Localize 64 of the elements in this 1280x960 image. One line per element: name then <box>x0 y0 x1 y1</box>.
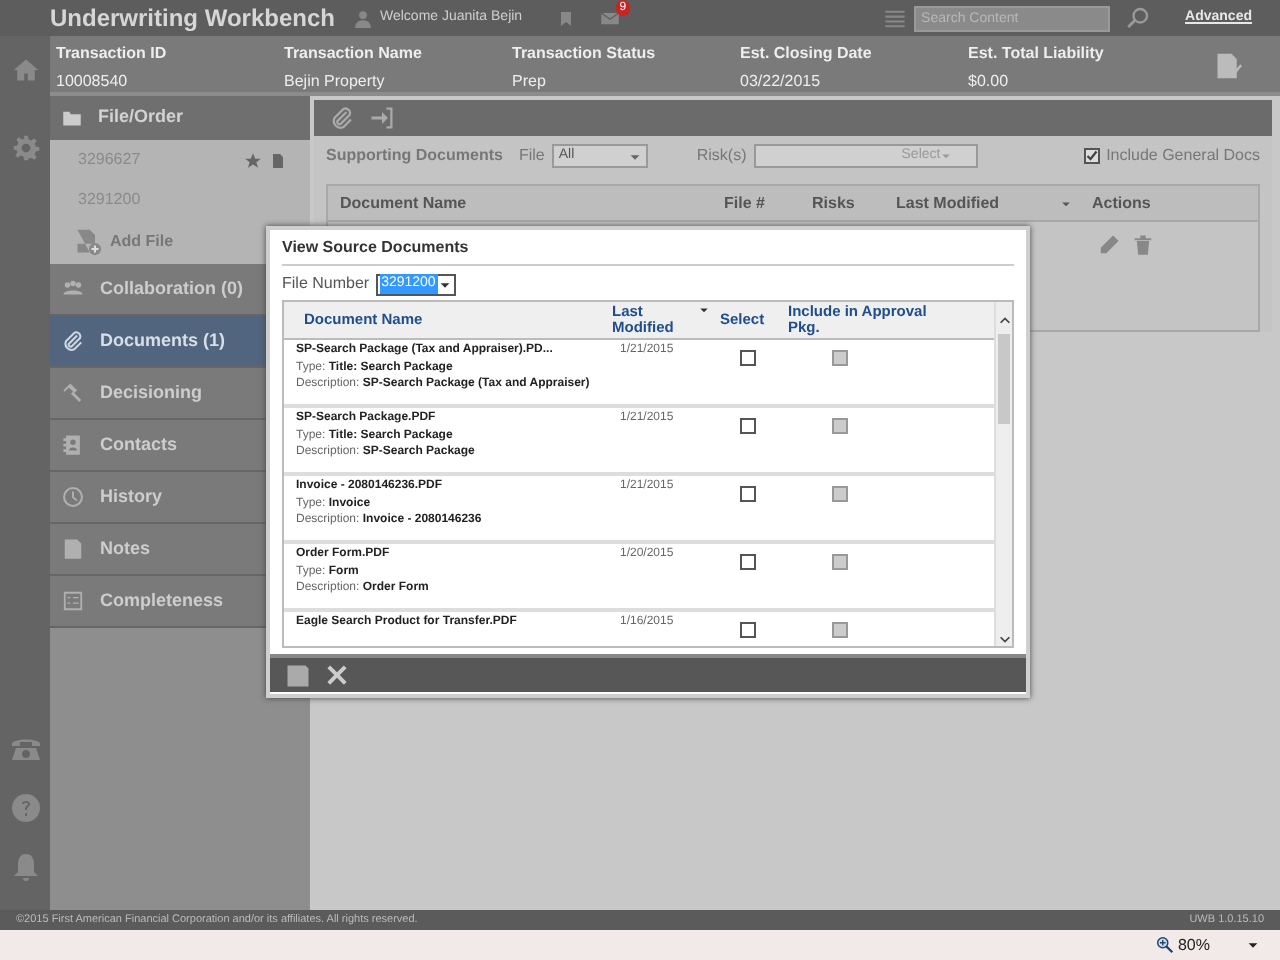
list-icon[interactable] <box>883 7 906 29</box>
filter-label: File <box>518 144 545 168</box>
bell-icon[interactable] <box>9 852 41 884</box>
caret-icon <box>437 277 452 291</box>
scrollbar-thumb[interactable] <box>998 334 1010 424</box>
column-header: Est. Closing Date <box>740 42 874 66</box>
checkbox[interactable] <box>740 622 756 638</box>
dialog-title: View Source Documents <box>282 236 1014 266</box>
edit-document-icon[interactable] <box>1214 50 1242 82</box>
document-icon[interactable] <box>270 151 286 169</box>
address-book-icon <box>62 434 84 456</box>
close-icon[interactable] <box>326 664 348 686</box>
scroll-up-icon[interactable] <box>997 314 1011 328</box>
checkbox[interactable] <box>1084 148 1101 164</box>
checkbox[interactable] <box>740 418 756 434</box>
field-value: 03/22/2015 <box>740 70 823 94</box>
zoom-icon[interactable] <box>1155 936 1174 954</box>
checklist-icon <box>62 590 84 612</box>
caret-icon <box>628 149 643 163</box>
section-title: Supporting Documents <box>326 144 503 168</box>
field-value: $0.00 <box>968 70 1011 94</box>
caret-icon[interactable] <box>1246 938 1260 952</box>
section-header[interactable]: File/Order <box>50 96 310 140</box>
bookmark-icon[interactable] <box>558 7 575 29</box>
column-header: Document Name <box>340 191 467 215</box>
column-header: Actions <box>1092 191 1151 215</box>
folder-icon <box>62 108 82 128</box>
scroll-down-icon[interactable] <box>997 632 1011 646</box>
paperclip-icon[interactable] <box>330 106 354 130</box>
column-header: Est. Total Liability <box>968 42 1106 66</box>
trash-icon[interactable] <box>1132 234 1154 256</box>
column-header: Transaction ID <box>56 42 169 66</box>
column-header: Last Modified <box>896 191 1000 215</box>
checkbox[interactable] <box>740 350 756 366</box>
zoom-level[interactable]: 80% <box>1177 933 1210 957</box>
checkbox-label: Include General Docs <box>1106 144 1260 168</box>
filter-label: Risk(s) <box>696 144 747 168</box>
pencil-icon[interactable] <box>1098 234 1120 256</box>
field-value: Prep <box>512 70 548 94</box>
column-header: Risks <box>812 191 855 215</box>
mail-icon[interactable] <box>598 8 623 28</box>
settings-icon[interactable] <box>11 134 39 162</box>
help-icon[interactable] <box>9 792 41 824</box>
field-value: 10008540 <box>56 70 130 94</box>
field-value: Bejin Property <box>284 70 387 94</box>
people-icon <box>62 278 84 300</box>
home-icon[interactable] <box>11 56 39 84</box>
caret-icon <box>940 150 953 162</box>
search-icon[interactable] <box>1125 6 1150 30</box>
notes-icon <box>62 538 84 560</box>
column-header: Transaction Name <box>284 42 424 66</box>
checkbox[interactable] <box>740 486 756 502</box>
add-document-icon <box>74 228 102 256</box>
sort-icon[interactable] <box>697 304 710 317</box>
save-icon[interactable] <box>286 663 310 687</box>
clock-icon <box>62 486 84 508</box>
checkbox[interactable] <box>740 554 756 570</box>
import-icon[interactable] <box>370 106 394 130</box>
star-icon[interactable] <box>244 151 262 169</box>
column-header: File # <box>724 191 765 215</box>
app-title: Underwriting Workbench <box>50 2 337 36</box>
column-header: Transaction Status <box>512 42 658 66</box>
user-icon <box>354 7 372 29</box>
paperclip-icon <box>62 330 84 352</box>
